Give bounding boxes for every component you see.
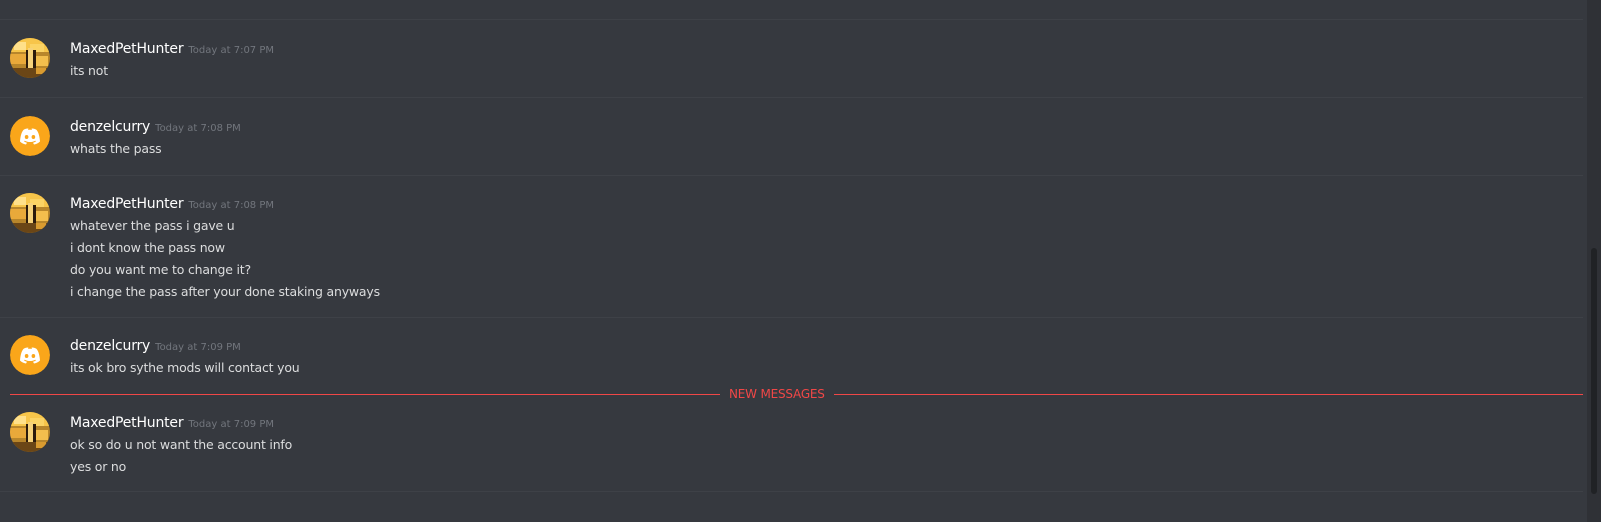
timestamp[interactable]: Today at 7:09 PM bbox=[188, 419, 274, 430]
username[interactable]: denzelcurry bbox=[70, 119, 150, 135]
avatar[interactable] bbox=[10, 193, 50, 233]
scrollbar-thumb[interactable] bbox=[1591, 248, 1597, 494]
avatar[interactable] bbox=[10, 38, 50, 78]
timestamp[interactable]: Today at 7:08 PM bbox=[155, 123, 241, 134]
message-group: MaxedPetHunter Today at 7:08 PM whatever … bbox=[0, 193, 1583, 318]
timestamp[interactable]: Today at 7:09 PM bbox=[155, 342, 241, 353]
message-group: MaxedPetHunter Today at 7:07 PM its not bbox=[0, 38, 1583, 98]
message-divider bbox=[0, 317, 1583, 318]
discord-logo-icon bbox=[10, 335, 50, 375]
timestamp[interactable]: Today at 7:08 PM bbox=[188, 200, 274, 211]
message-text: i dont know the pass now bbox=[70, 240, 225, 255]
message-text: whatever the pass i gave u bbox=[70, 218, 235, 233]
avatar[interactable] bbox=[10, 412, 50, 452]
message-header: MaxedPetHunter Today at 7:07 PM bbox=[70, 38, 274, 57]
username[interactable]: MaxedPetHunter bbox=[70, 415, 184, 431]
message-text: its not bbox=[70, 63, 108, 78]
message-text: whats the pass bbox=[70, 141, 162, 156]
username[interactable]: MaxedPetHunter bbox=[70, 196, 184, 212]
message-divider bbox=[0, 19, 1583, 20]
gold-bars-icon bbox=[10, 412, 50, 452]
message-text: i change the pass after your done stakin… bbox=[70, 284, 380, 299]
avatar[interactable] bbox=[10, 116, 50, 156]
message-text: its ok bro sythe mods will contact you bbox=[70, 360, 300, 375]
message-body: ok so do u not want the account info yes… bbox=[70, 434, 292, 478]
message-body: whatever the pass i gave u i dont know t… bbox=[70, 215, 380, 303]
new-messages-label: NEW MESSAGES bbox=[720, 386, 834, 402]
username[interactable]: MaxedPetHunter bbox=[70, 41, 184, 57]
message-body: its ok bro sythe mods will contact you bbox=[70, 357, 300, 379]
message-divider bbox=[0, 175, 1583, 176]
message-text: do you want me to change it? bbox=[70, 262, 251, 277]
scrollbar-track[interactable] bbox=[1587, 0, 1601, 522]
chat-messages-pane: MaxedPetHunter Today at 7:07 PM its not d… bbox=[0, 0, 1601, 522]
discord-logo-icon bbox=[10, 116, 50, 156]
message-divider bbox=[0, 97, 1583, 98]
username[interactable]: denzelcurry bbox=[70, 338, 150, 354]
message-divider bbox=[0, 491, 1583, 492]
avatar[interactable] bbox=[10, 335, 50, 375]
message-header: denzelcurry Today at 7:08 PM bbox=[70, 116, 241, 135]
message-body: its not bbox=[70, 60, 108, 82]
message-header: MaxedPetHunter Today at 7:08 PM bbox=[70, 193, 274, 212]
message-group: denzelcurry Today at 7:08 PM whats the pa… bbox=[0, 116, 1583, 176]
gold-bars-icon bbox=[10, 38, 50, 78]
message-text: ok so do u not want the account info bbox=[70, 437, 293, 452]
message-group: denzelcurry Today at 7:09 PM its ok bro s… bbox=[0, 335, 1583, 385]
message-body: whats the pass bbox=[70, 138, 162, 160]
gold-bars-icon bbox=[10, 193, 50, 233]
message-group: MaxedPetHunter Today at 7:09 PM ok so do … bbox=[0, 412, 1583, 492]
message-header: MaxedPetHunter Today at 7:09 PM bbox=[70, 412, 274, 431]
timestamp[interactable]: Today at 7:07 PM bbox=[188, 45, 274, 56]
message-header: denzelcurry Today at 7:09 PM bbox=[70, 335, 241, 354]
message-text: yes or no bbox=[70, 459, 127, 474]
